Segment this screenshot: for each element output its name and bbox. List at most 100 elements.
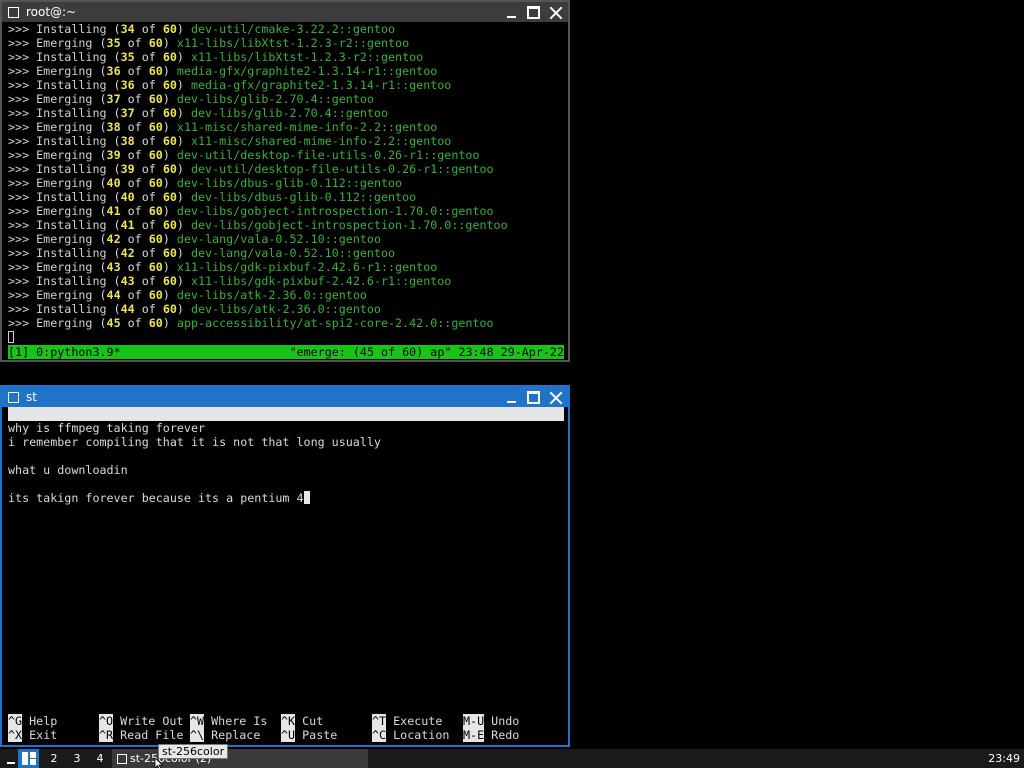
terminal-output[interactable]: >>> Installing (34 of 60) dev-util/cmake… (8, 22, 564, 344)
log-count: 41 (106, 204, 121, 218)
clock[interactable]: 23:49 (988, 749, 1020, 768)
show-desktop-button[interactable] (4, 749, 18, 768)
log-package: x11-libs/gdk-pixbuf-2.42.6-r1::gentoo (190, 274, 452, 288)
nano-shortcut[interactable]: ^K Cut (281, 714, 323, 728)
log-count: 35 (120, 50, 135, 64)
nano-shortcut[interactable]: ^\ Replace (190, 728, 260, 742)
log-action: >>> Installing (8, 78, 107, 92)
shortcut-label: Write Out (120, 714, 184, 728)
workspace-2-button[interactable]: 2 (44, 749, 64, 768)
nano-shortcut[interactable]: M-U Undo (463, 714, 519, 728)
log-package: dev-libs/dbus-glib-0.112::gentoo (176, 176, 403, 190)
nano-edit-area[interactable]: why is ffmpeg taking forever i remember c… (8, 421, 564, 505)
workspace-3-button[interactable]: 3 (67, 749, 87, 768)
tmux-status-bar: [1] 0:python3.9* "emerge: (45 of 60) ap"… (8, 345, 564, 359)
log-action: >>> Emerging (8, 120, 93, 134)
log-count: 37 (120, 106, 135, 120)
window-menu-icon[interactable] (8, 391, 19, 403)
log-total: 60 (148, 232, 163, 246)
log-total: 60 (162, 246, 177, 260)
close-icon[interactable] (549, 6, 562, 19)
log-line: >>> Installing (38 of 60) x11-misc/share… (8, 134, 452, 148)
tmux-window-list[interactable]: [1] 0:python3.9* (8, 345, 121, 359)
log-action: >>> Installing (8, 22, 107, 36)
log-package: dev-libs/gobject-introspection-1.70.0::g… (176, 204, 494, 218)
nano-shortcut[interactable]: ^U Paste (281, 728, 337, 742)
log-line: >>> Installing (37 of 60) dev-libs/glib-… (8, 106, 389, 120)
log-count: 44 (106, 288, 121, 302)
log-action: >>> Installing (8, 50, 107, 64)
shortcut-key: ^C (372, 728, 387, 742)
minimize-icon[interactable] (505, 391, 518, 404)
log-total: 60 (162, 162, 177, 176)
log-line: >>> Installing (39 of 60) dev-util/deskt… (8, 162, 494, 176)
minimize-icon[interactable] (505, 6, 518, 19)
terminal-window-root[interactable]: root@:~ >>> Installing (34 of 60) dev-ut… (0, 0, 570, 362)
log-line: >>> Emerging (37 of 60) dev-libs/glib-2.… (8, 92, 374, 106)
log-action: >>> Installing (8, 246, 107, 260)
log-line: >>> Emerging (45 of 60) app-accessibilit… (8, 316, 494, 330)
log-total: 60 (162, 78, 177, 92)
log-total: 60 (162, 274, 177, 288)
nano-line-text: what u downloadin (8, 463, 128, 477)
shortcut-label: Read File (120, 728, 184, 742)
log-total: 60 (148, 64, 163, 78)
log-package: dev-libs/glib-2.70.4::gentoo (176, 92, 374, 106)
nano-shortcut[interactable]: ^R Read File (99, 728, 183, 742)
log-count: 39 (120, 162, 135, 176)
log-line: >>> Emerging (38 of 60) x11-misc/shared-… (8, 120, 438, 134)
log-action: >>> Emerging (8, 204, 93, 218)
log-action: >>> Emerging (8, 64, 93, 78)
maximize-icon[interactable] (527, 5, 540, 19)
terminal-prompt-line (8, 330, 564, 344)
log-action: >>> Installing (8, 190, 107, 204)
window-titlebar[interactable]: st (2, 387, 568, 407)
workspace-1-button[interactable] (18, 749, 39, 768)
log-total: 60 (162, 50, 177, 64)
terminal-window-st[interactable]: st GNU nano 5.9 New Buffer Modified why … (0, 385, 570, 747)
log-line: >>> Installing (35 of 60) x11-libs/libXt… (8, 50, 424, 64)
nano-text-line: i remember compiling that it is not that… (8, 435, 564, 449)
log-total: 60 (162, 134, 177, 148)
log-line: >>> Emerging (41 of 60) dev-libs/gobject… (8, 204, 494, 218)
window-icon (117, 753, 127, 764)
log-total: 60 (148, 204, 163, 218)
log-count: 43 (120, 274, 135, 288)
window-menu-icon[interactable] (8, 6, 19, 18)
log-line: >>> Emerging (42 of 60) dev-lang/vala-0.… (8, 232, 381, 246)
taskbar-task-st[interactable]: st-256color (2) (112, 749, 368, 768)
shortcut-key: ^T (372, 714, 387, 728)
log-line: >>> Emerging (39 of 60) dev-util/desktop… (8, 148, 480, 162)
log-count: 38 (106, 120, 121, 134)
workspace-4-button[interactable]: 4 (90, 749, 110, 768)
nano-shortcut[interactable]: M-E Redo (463, 728, 519, 742)
maximize-icon[interactable] (527, 390, 540, 404)
log-line: >>> Installing (42 of 60) dev-lang/vala-… (8, 246, 396, 260)
nano-text-line: what u downloadin (8, 463, 564, 477)
nano-shortcut[interactable]: ^C Location (372, 728, 449, 742)
log-count: 36 (106, 64, 121, 78)
log-package: x11-libs/libXtst-1.2.3-r2::gentoo (176, 36, 410, 50)
window-titlebar[interactable]: root@:~ (2, 2, 568, 22)
log-total: 60 (148, 36, 163, 50)
log-line: >>> Installing (41 of 60) dev-libs/gobje… (8, 218, 508, 232)
close-icon[interactable] (549, 391, 562, 404)
nano-text-line (8, 449, 564, 463)
nano-shortcut[interactable]: ^T Execute (372, 714, 442, 728)
nano-shortcut[interactable]: ^G Help (8, 714, 57, 728)
log-total: 60 (162, 106, 177, 120)
taskbar-tooltip: st-256color (158, 744, 229, 759)
nano-line-text: its takign forever because its a pentium… (8, 491, 304, 505)
log-count: 44 (120, 302, 135, 316)
log-action: >>> Emerging (8, 36, 93, 50)
shortcut-label: Where Is (211, 714, 268, 728)
nano-shortcut[interactable]: ^X Exit (8, 728, 57, 742)
nano-shortcut[interactable]: ^W Where Is (190, 714, 267, 728)
shortcut-label: Undo (491, 714, 520, 728)
nano-text-line: its takign forever because its a pentium… (8, 491, 564, 505)
log-action: >>> Installing (8, 162, 107, 176)
log-package: media-gfx/graphite2-1.3.14-r1::gentoo (190, 78, 452, 92)
nano-shortcut[interactable]: ^O Write Out (99, 714, 183, 728)
nano-line-text: why is ffmpeg taking forever (8, 421, 206, 435)
tmux-status-right: "emerge: (45 of 60) ap" 23:48 29-Apr-22 (289, 345, 564, 359)
